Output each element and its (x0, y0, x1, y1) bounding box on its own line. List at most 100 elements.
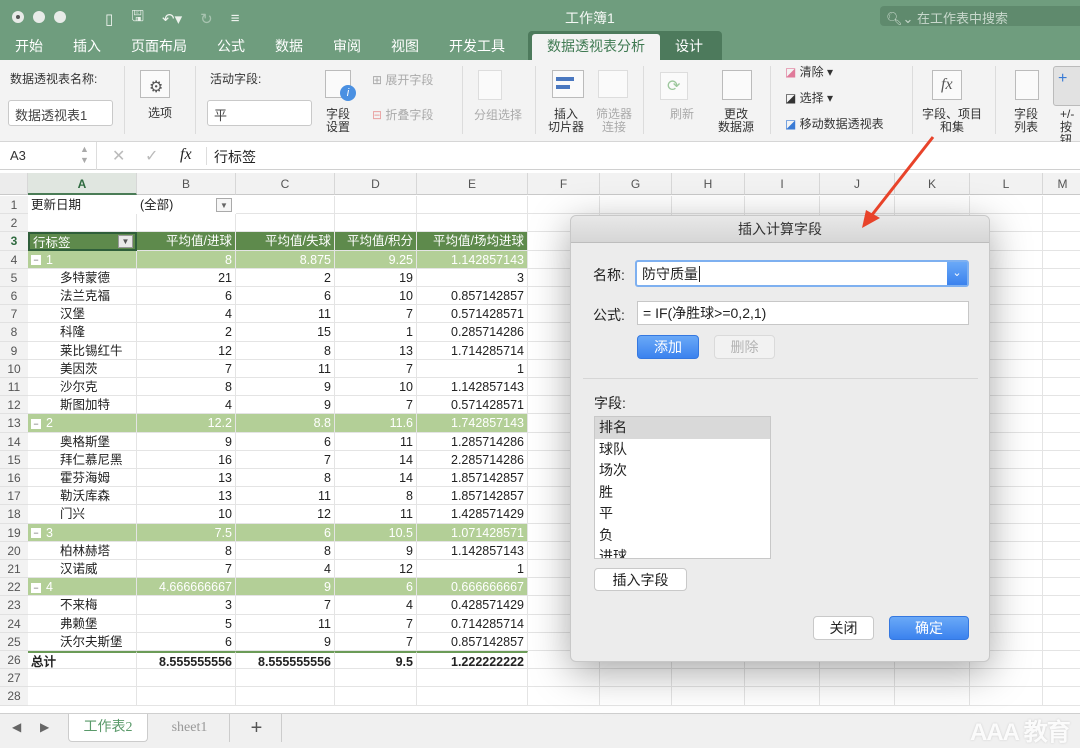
collapse-field-button[interactable]: ⊟ 折叠字段 (372, 109, 433, 122)
pivot-value-cell[interactable]: 2 (236, 268, 335, 287)
field-list-item[interactable]: 负 (595, 525, 770, 547)
row-header[interactable]: 6 (0, 287, 28, 306)
pivot-value-cell[interactable]: 10.5 (335, 523, 417, 542)
pivot-value-cell[interactable]: 8.555555556 (137, 651, 236, 670)
pivot-value-cell[interactable]: 7 (137, 359, 236, 378)
pivot-value-cell[interactable]: 7 (335, 359, 417, 378)
pivot-value-cell[interactable]: 10 (335, 287, 417, 306)
pivot-value-cell[interactable]: 0.428571429 (417, 596, 528, 615)
column-header-i[interactable]: I (745, 173, 820, 195)
grid-cell[interactable] (970, 196, 1043, 215)
grid-cell[interactable] (335, 214, 417, 233)
formula-field[interactable]: = IF(净胜球>=0,2,1) (637, 301, 969, 325)
options-button[interactable]: 选项 (148, 107, 172, 120)
insert-slicer-icon[interactable] (552, 70, 584, 98)
pivot-value-cell[interactable]: 11 (236, 614, 335, 633)
row-header[interactable]: 20 (0, 541, 28, 560)
pivot-value-cell[interactable]: 1 (417, 359, 528, 378)
tab-home[interactable]: 开始 (0, 34, 58, 60)
customize-toolbar-icon[interactable]: ≡ (231, 10, 240, 27)
pivot-value-cell[interactable]: 8 (236, 341, 335, 360)
insert-field-button[interactable]: 插入字段 (594, 568, 687, 591)
grand-total-label[interactable]: 总计 (28, 651, 137, 670)
row-label-filter-icon[interactable]: ▼ (118, 235, 133, 249)
grid-cell[interactable] (970, 687, 1043, 706)
pivot-item-label[interactable]: 拜仁慕尼黑 (28, 450, 137, 469)
pivot-value-cell[interactable]: 1.857142857 (417, 469, 528, 488)
grid-cell[interactable] (137, 214, 236, 233)
field-list-item[interactable]: 胜 (595, 482, 770, 504)
minimize-window-button[interactable] (33, 11, 45, 23)
grid-cell[interactable] (820, 196, 895, 215)
grid-cell[interactable] (236, 687, 335, 706)
expand-field-button[interactable]: ⊞ 展开字段 (372, 74, 433, 87)
row-header[interactable]: 23 (0, 596, 28, 615)
grid-cell[interactable] (1043, 287, 1080, 306)
pivot-value-cell[interactable]: 3 (137, 596, 236, 615)
pivot-value-cell[interactable]: 0.857142857 (417, 287, 528, 306)
pivot-value-cell[interactable]: 6 (236, 523, 335, 542)
pivot-value-cell[interactable]: 8 (137, 250, 236, 269)
delete-button[interactable]: 删除 (714, 335, 775, 359)
pivot-value-cell[interactable]: 14 (335, 450, 417, 469)
filter-connections-button[interactable]: 筛选器 连接 (596, 108, 632, 134)
grid-cell[interactable] (1043, 669, 1080, 688)
pivot-value-cell[interactable]: 7 (335, 614, 417, 633)
group-selection-button[interactable]: 分组选择 (474, 109, 522, 122)
pivot-value-cell[interactable]: 1.222222222 (417, 651, 528, 670)
pivot-value-cell[interactable]: 5 (137, 614, 236, 633)
pivot-value-cell[interactable]: 2.285714286 (417, 450, 528, 469)
pivot-value-cell[interactable]: 4 (137, 396, 236, 415)
pivot-value-cell[interactable]: 1.142857143 (417, 250, 528, 269)
tab-developer[interactable]: 开发工具 (434, 34, 520, 60)
pivot-value-cell[interactable]: 8 (137, 541, 236, 560)
pivot-item-label[interactable]: 美因茨 (28, 359, 137, 378)
column-header-e[interactable]: E (417, 173, 528, 195)
grid-cell[interactable] (1043, 578, 1080, 597)
grid-cell[interactable] (672, 196, 745, 215)
pivot-group-row-label[interactable]: −4 (28, 578, 137, 597)
grid-cell[interactable] (1043, 651, 1080, 670)
pivot-item-label[interactable]: 不来梅 (28, 596, 137, 615)
grid-cell[interactable] (1043, 342, 1080, 360)
pivot-value-cell[interactable]: 4 (137, 305, 236, 324)
pivot-value-cell[interactable]: 10 (137, 505, 236, 524)
grid-cell[interactable] (895, 196, 970, 215)
grid-cell[interactable] (895, 669, 970, 688)
pivot-value-cell[interactable]: 21 (137, 268, 236, 287)
row-header[interactable]: 13 (0, 414, 28, 433)
sheet-tab-worksheet2[interactable]: 工作表2 (68, 714, 148, 742)
pivot-value-cell[interactable]: 16 (137, 450, 236, 469)
column-header-f[interactable]: F (528, 173, 600, 195)
pivot-value-cell[interactable]: 7 (236, 450, 335, 469)
pivot-item-label[interactable]: 汉诺威 (28, 560, 137, 579)
grid-cell[interactable] (1043, 633, 1080, 651)
grid-cell[interactable] (1043, 451, 1080, 469)
ok-button[interactable]: 确定 (889, 616, 969, 640)
grid-cell[interactable] (745, 669, 820, 688)
save-icon[interactable]: 🖫 (131, 6, 144, 31)
pivot-value-cell[interactable]: 11.6 (335, 414, 417, 433)
grid-cell[interactable] (417, 669, 528, 688)
pivot-value-cell[interactable]: 0.714285714 (417, 614, 528, 633)
close-button[interactable]: 关闭 (813, 616, 874, 640)
pivot-value-cell[interactable]: 11 (236, 305, 335, 324)
pivot-item-label[interactable]: 汉堡 (28, 305, 137, 324)
field-list-item[interactable]: 排名 (595, 417, 770, 439)
tab-design[interactable]: 设计 (660, 34, 718, 60)
tab-formulas[interactable]: 公式 (202, 34, 260, 60)
pivot-value-cell[interactable]: 8.8 (236, 414, 335, 433)
grid-cell[interactable] (1043, 487, 1080, 506)
collapse-group-icon[interactable]: − (31, 528, 41, 539)
field-list-item[interactable]: 进球 (595, 546, 770, 558)
pivot-value-cell[interactable]: 1 (335, 323, 417, 342)
refresh-button[interactable]: 刷新 (670, 108, 694, 121)
options-gear-icon[interactable]: ⚙ (140, 70, 170, 98)
group-selection-icon[interactable] (478, 70, 502, 100)
pivot-value-cell[interactable]: 14 (335, 469, 417, 488)
pivot-value-cell[interactable]: 8 (236, 541, 335, 560)
grid-cell[interactable] (672, 687, 745, 706)
search-sheet-input[interactable]: 🔍︎⌄ 在工作表中搜索 (880, 6, 1080, 26)
pivot-item-label[interactable]: 莱比锡红牛 (28, 341, 137, 360)
row-header[interactable]: 11 (0, 378, 28, 397)
